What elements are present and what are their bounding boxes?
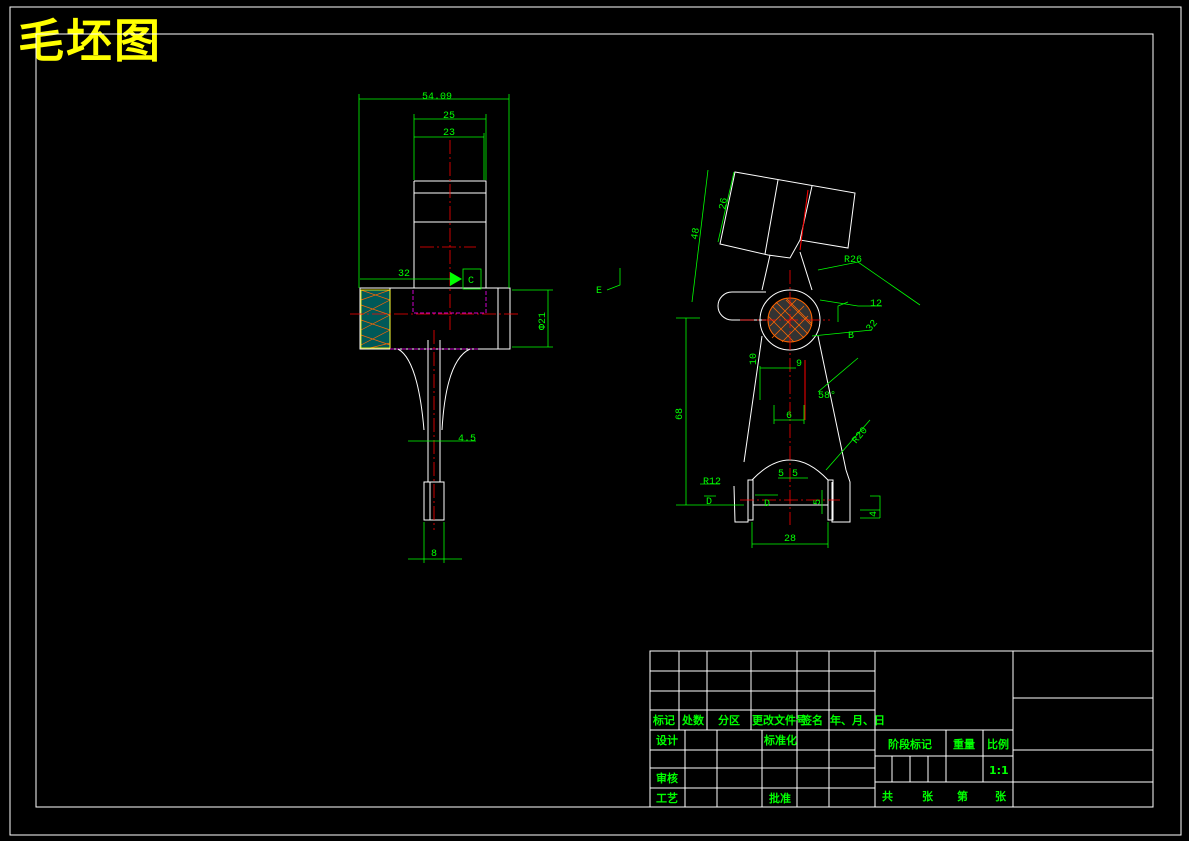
outer-frame <box>9 6 1182 836</box>
dim-thickness: 4.5 <box>458 434 476 445</box>
dim-32: 32 <box>865 318 881 334</box>
dim-angle: 58° <box>818 390 836 402</box>
dim-5b: 5 <box>792 469 798 480</box>
label-d-left: D <box>706 497 712 508</box>
dim-top-height-outer: 48 <box>690 227 703 241</box>
tb-total: 共 <box>882 789 893 803</box>
tb-process: 工艺 <box>656 791 678 805</box>
dim-12: 12 <box>870 299 882 310</box>
dim-side-bottom-width: 28 <box>784 534 796 545</box>
dim-6: 6 <box>786 411 792 422</box>
dim-offset: 32 <box>398 269 410 280</box>
tb-header-mark: 标记 <box>652 713 675 727</box>
dim-diameter: Φ21 <box>538 312 549 330</box>
tb-sheet: 张 <box>995 789 1007 803</box>
tb-standardization: 标准化 <box>763 733 797 747</box>
label-e: E <box>596 286 602 297</box>
dim-overall-width: 54.09 <box>422 92 452 103</box>
section-label-c: C <box>468 276 474 287</box>
tb-design: 设计 <box>656 733 678 747</box>
dim-5a: 5 <box>778 469 784 480</box>
side-view: 48 26 R26 12 32 9 10 58° 6 68 R20 5 5 R1… <box>596 169 921 548</box>
title-block: 标记 处数 分区 更改文件号 签名 年、月、日 设计 标准化 审核 工艺 批准 … <box>649 650 1154 808</box>
tb-review: 审核 <box>656 771 678 785</box>
tb-approval: 批准 <box>769 791 791 805</box>
tb-header-signature: 签名 <box>800 713 823 727</box>
dim-bottom-width: 8 <box>431 549 437 560</box>
tb-header-zone: 分区 <box>718 713 740 727</box>
dim-radius-20: R20 <box>851 426 871 447</box>
tb-header-change-doc: 更改文件号 <box>752 713 807 727</box>
dim-top-height-inner: 26 <box>718 197 731 211</box>
tb-sheets: 张 <box>922 789 934 803</box>
dim-top-width-outer: 25 <box>443 111 455 122</box>
front-view: 54.09 25 23 32 Φ21 4.5 8 C <box>350 92 553 563</box>
dim-4: 4 <box>869 511 880 517</box>
tb-scale-label: 比例 <box>987 737 1009 751</box>
dim-5c: 5 <box>813 499 824 505</box>
label-b: B <box>848 331 854 342</box>
dim-10: 10 <box>749 353 760 365</box>
tb-header-count: 处数 <box>681 713 705 727</box>
dim-radius-top: R26 <box>844 255 862 266</box>
label-d-mid: D <box>764 499 770 510</box>
dim-radius-12: R12 <box>703 477 721 488</box>
tb-stage-mark: 阶段标记 <box>888 737 932 751</box>
tb-scale-value: 1:1 <box>989 764 1009 777</box>
drawing-canvas: 54.09 25 23 32 Φ21 4.5 8 C 48 26 R26 12 … <box>9 6 1182 836</box>
dim-9: 9 <box>796 359 802 370</box>
dim-total-height: 68 <box>675 408 686 420</box>
tb-header-date: 年、月、日 <box>830 713 885 727</box>
dim-top-width-inner: 23 <box>443 128 455 139</box>
tb-number: 第 <box>957 789 968 803</box>
inner-frame <box>35 33 1154 808</box>
tb-weight: 重量 <box>953 737 975 751</box>
